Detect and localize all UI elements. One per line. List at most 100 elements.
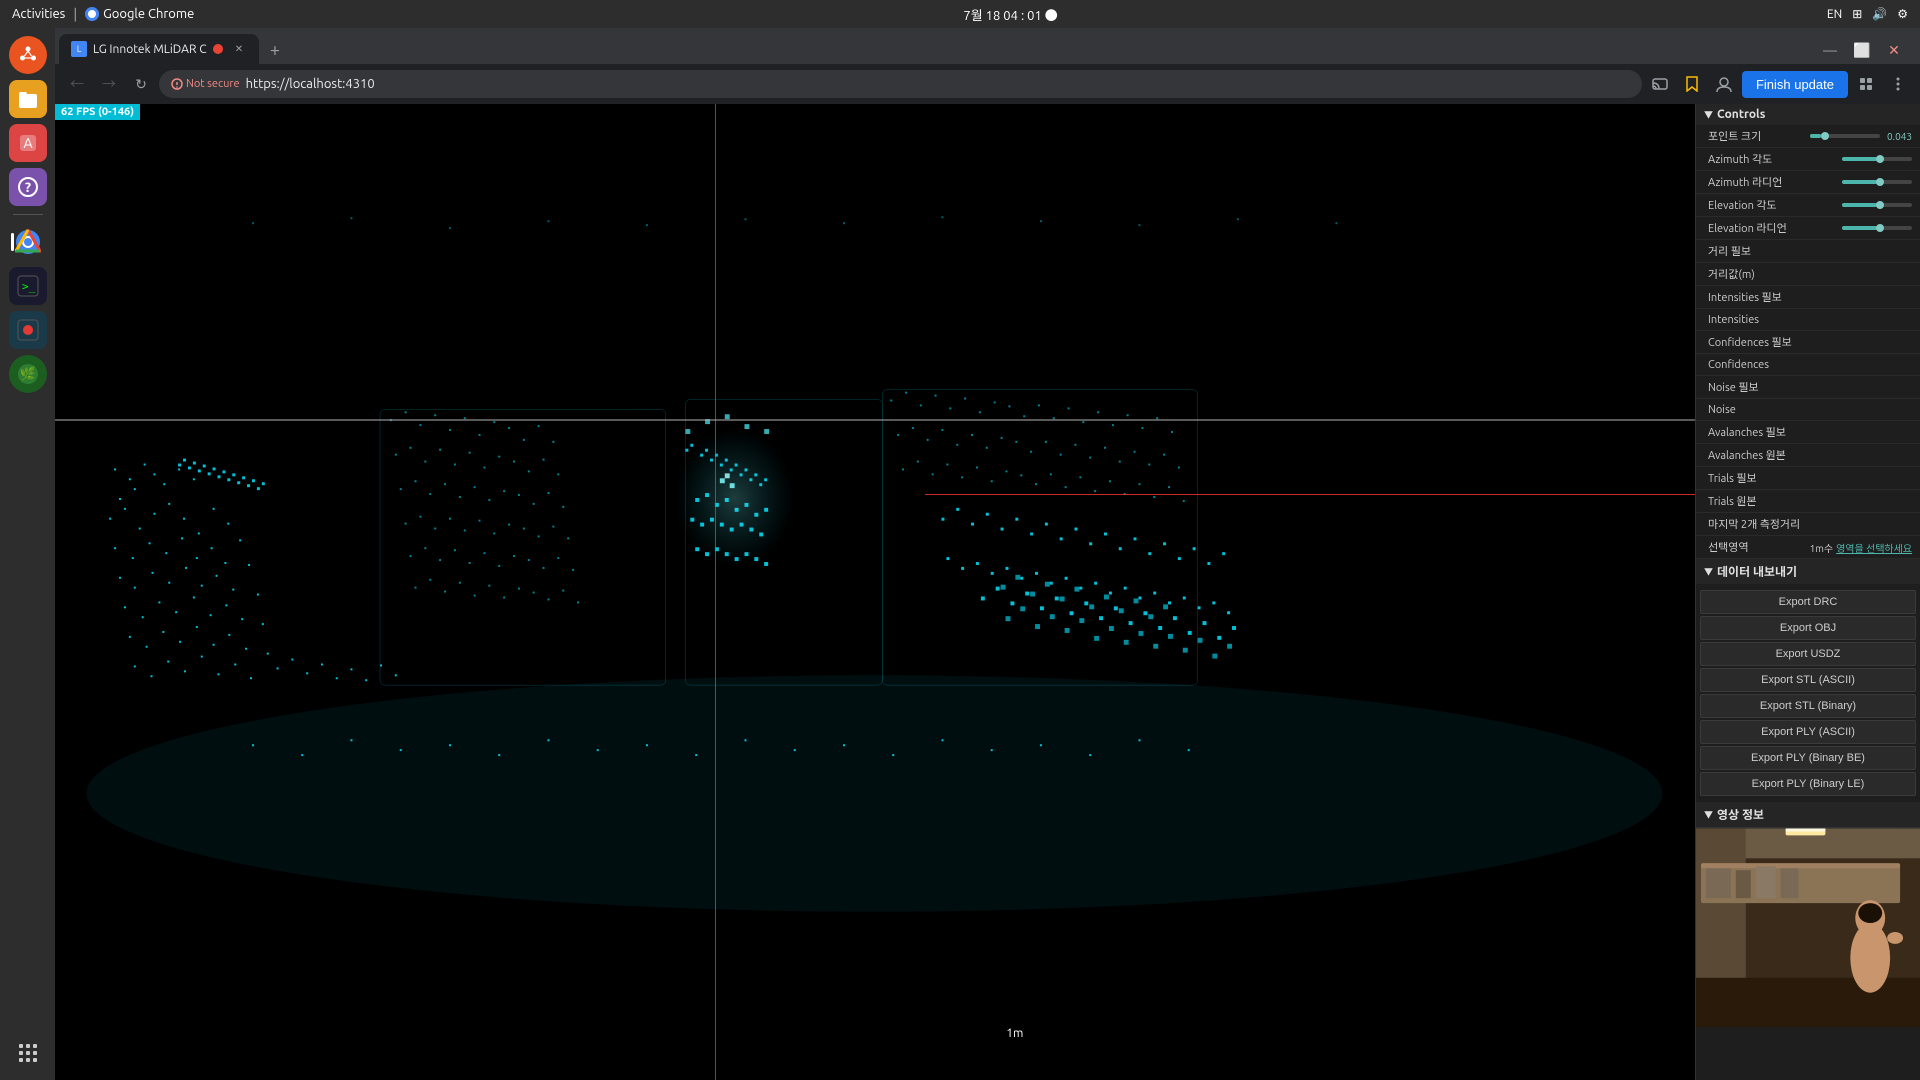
- point-size-value: 0.043: [1884, 131, 1912, 142]
- svg-text:A: A: [23, 135, 32, 151]
- control-row-avalanches-filter: Avalanches 필보: [1696, 421, 1920, 444]
- maximize-window-button[interactable]: ⬜: [1848, 36, 1876, 64]
- video-feed: [1696, 828, 1920, 1027]
- profile-icon[interactable]: [1710, 70, 1738, 98]
- elevation-angle-label: Elevation 각도: [1708, 197, 1842, 213]
- taskbar-apps-grid-icon[interactable]: [9, 1034, 47, 1072]
- point-size-slider[interactable]: [1810, 134, 1880, 138]
- svg-text:🌿: 🌿: [19, 366, 35, 381]
- azimuth-rad-slider-container[interactable]: [1842, 180, 1912, 184]
- azimuth-angle-slider-thumb: [1876, 155, 1884, 163]
- controls-panel: ▼ Controls 포인트 크기 0.043 Azimuth 각도: [1695, 104, 1920, 1080]
- lang-indicator[interactable]: EN: [1827, 8, 1842, 21]
- elevation-rad-fill: [1842, 226, 1877, 230]
- azimuth-rad-label: Azimuth 라디언: [1708, 174, 1842, 190]
- taskbar-software-icon[interactable]: A: [9, 124, 47, 162]
- control-row-point-size: 포인트 크기 0.043: [1696, 125, 1920, 148]
- volume-icon: 🔊: [1872, 7, 1887, 21]
- minimize-window-button[interactable]: —: [1816, 36, 1844, 64]
- elevation-rad-slider-container[interactable]: [1842, 226, 1912, 230]
- browser-tab[interactable]: L LG Innotek MLiDAR C ✕: [59, 34, 259, 64]
- tab-recording-dot: [213, 44, 223, 54]
- selection-value: 1m수: [1810, 540, 1833, 555]
- intensities-label: Intensities: [1708, 314, 1842, 326]
- bookmark-icon[interactable]: [1678, 70, 1706, 98]
- azimuth-rad-thumb: [1876, 178, 1884, 186]
- taskbar-chrome-icon[interactable]: [9, 223, 47, 261]
- taskbar-help-icon[interactable]: ?: [9, 168, 47, 206]
- confidences-label: Confidences: [1708, 359, 1842, 371]
- address-bar[interactable]: Not secure https://localhost:4310: [159, 70, 1642, 98]
- os-topbar: Activities | Google Chrome 7월 18 04 : 01…: [0, 0, 1920, 28]
- new-tab-button[interactable]: +: [261, 36, 289, 64]
- back-button[interactable]: ←: [63, 70, 91, 98]
- chrome-indicator[interactable]: Google Chrome: [85, 7, 194, 21]
- export-obj-button[interactable]: Export OBJ: [1700, 616, 1916, 640]
- elevation-rad-slider[interactable]: [1842, 226, 1912, 230]
- toolbar-right: Finish update: [1646, 70, 1912, 98]
- azimuth-rad-slider[interactable]: [1842, 180, 1912, 184]
- azimuth-angle-slider-fill: [1842, 157, 1877, 161]
- distance-filter-label: 거리 필보: [1708, 243, 1842, 259]
- confidences-filter-label: Confidences 필보: [1708, 334, 1842, 350]
- taskbar-photos-icon[interactable]: 🌿: [9, 355, 47, 393]
- content-area: 62 FPS (0-146) 62ms (approx) 1m ▼ Contro…: [55, 104, 1920, 1080]
- noise-label: Noise: [1708, 404, 1842, 416]
- cast-icon[interactable]: [1646, 70, 1674, 98]
- os-system-tray: EN ⊞ 🔊 ⚙: [1827, 7, 1908, 21]
- export-drc-button[interactable]: Export DRC: [1700, 590, 1916, 614]
- control-row-last-two: 마지막 2개 측정거리: [1696, 513, 1920, 536]
- point-cloud-canvas: [55, 104, 1695, 990]
- center-line-vertical: [715, 104, 716, 1080]
- center-line-horizontal: [55, 419, 1695, 421]
- distance-m-label: 거리값(m): [1708, 266, 1842, 282]
- export-ply-binary-be-button[interactable]: Export PLY (Binary BE): [1700, 746, 1916, 770]
- settings-icon[interactable]: ⚙: [1897, 7, 1908, 21]
- export-stl-binary-button[interactable]: Export STL (Binary): [1700, 694, 1916, 718]
- control-row-azimuth-angle: Azimuth 각도: [1696, 148, 1920, 171]
- svg-text:?: ?: [24, 179, 30, 195]
- tab-title: LG Innotek MLiDAR C: [93, 43, 207, 56]
- reload-button[interactable]: ↻: [127, 70, 155, 98]
- chrome-label: Google Chrome: [103, 7, 194, 21]
- lidar-viewport[interactable]: 62 FPS (0-146) 62ms (approx) 1m: [55, 104, 1695, 1080]
- forward-button[interactable]: →: [95, 70, 123, 98]
- export-usdz-button[interactable]: Export USDZ: [1700, 642, 1916, 666]
- controls-section-header[interactable]: ▼ Controls: [1696, 104, 1920, 125]
- avalanches-filter-label: Avalanches 필보: [1708, 424, 1842, 440]
- close-window-button[interactable]: ✕: [1880, 36, 1908, 64]
- control-row-trials-filter: Trials 필보: [1696, 467, 1920, 490]
- taskbar-files-icon[interactable]: [9, 80, 47, 118]
- elevation-angle-slider[interactable]: [1842, 203, 1912, 207]
- export-stl-ascii-button[interactable]: Export STL (ASCII): [1700, 668, 1916, 692]
- fps-counter: 62 FPS (0-146): [55, 104, 140, 120]
- tab-favicon: L: [71, 41, 87, 57]
- control-row-noise: Noise: [1696, 399, 1920, 421]
- chrome-dot: [85, 7, 99, 21]
- tab-close-button[interactable]: ✕: [231, 41, 247, 57]
- control-row-confidences: Confidences: [1696, 354, 1920, 376]
- finish-update-button[interactable]: Finish update: [1742, 71, 1848, 98]
- avalanches-label: Avalanches 원본: [1708, 447, 1842, 463]
- extensions-icon[interactable]: [1852, 70, 1880, 98]
- chrome-menu-button[interactable]: [1884, 70, 1912, 98]
- ubuntu-launcher-icon[interactable]: [9, 36, 47, 74]
- export-section-header[interactable]: ▼ 데이터 내보내기: [1696, 559, 1920, 584]
- browser-window: L LG Innotek MLiDAR C ✕ + — ⬜ ✕ ← → ↻ No…: [55, 28, 1920, 1080]
- intensities-filter-label: Intensities 필보: [1708, 289, 1842, 305]
- azimuth-angle-slider[interactable]: [1842, 157, 1912, 161]
- point-size-slider-thumb: [1821, 132, 1829, 140]
- video-section-header[interactable]: ▼ 영상 정보: [1696, 802, 1920, 827]
- elevation-angle-slider-container[interactable]: [1842, 203, 1912, 207]
- selection-link[interactable]: 영역을 선택하세요: [1836, 540, 1912, 555]
- export-ply-ascii-button[interactable]: Export PLY (ASCII): [1700, 720, 1916, 744]
- control-row-elevation-rad: Elevation 라디언: [1696, 217, 1920, 240]
- export-ply-binary-le-button[interactable]: Export PLY (Binary LE): [1700, 772, 1916, 796]
- point-size-slider-container[interactable]: 0.043: [1810, 131, 1912, 142]
- taskbar-terminal-icon[interactable]: >_: [9, 267, 47, 305]
- url-display: https://localhost:4310: [246, 77, 375, 91]
- control-row-trials: Trials 원본: [1696, 490, 1920, 513]
- azimuth-angle-slider-container[interactable]: [1842, 157, 1912, 161]
- taskbar-recorder-icon[interactable]: [9, 311, 47, 349]
- activities-button[interactable]: Activities: [12, 7, 65, 21]
